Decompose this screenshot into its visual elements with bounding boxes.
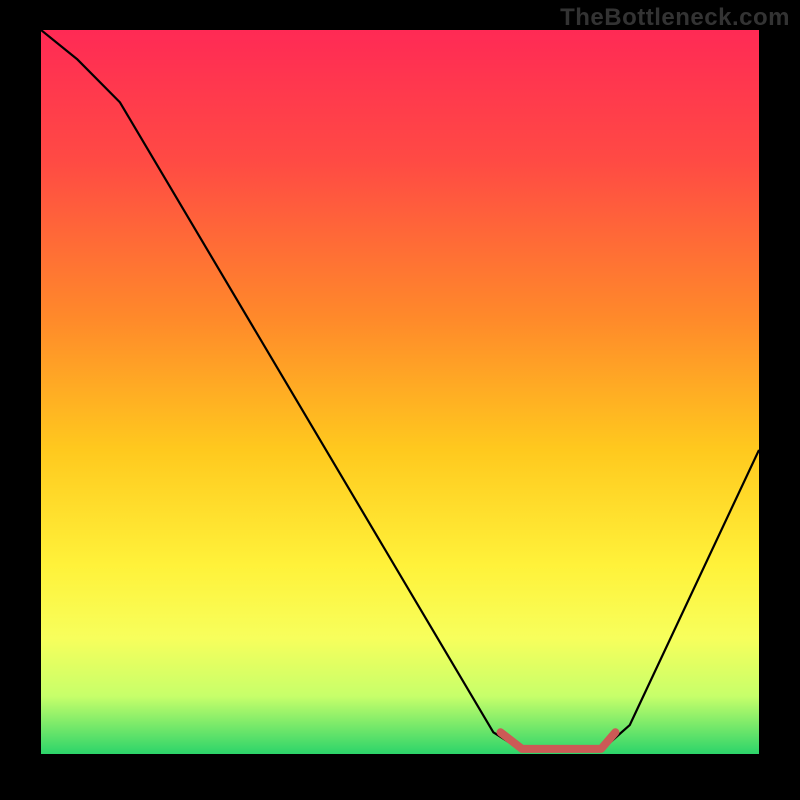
bottleneck-chart: [0, 0, 800, 800]
gradient-background: [41, 30, 759, 754]
watermark-text: TheBottleneck.com: [560, 4, 790, 32]
